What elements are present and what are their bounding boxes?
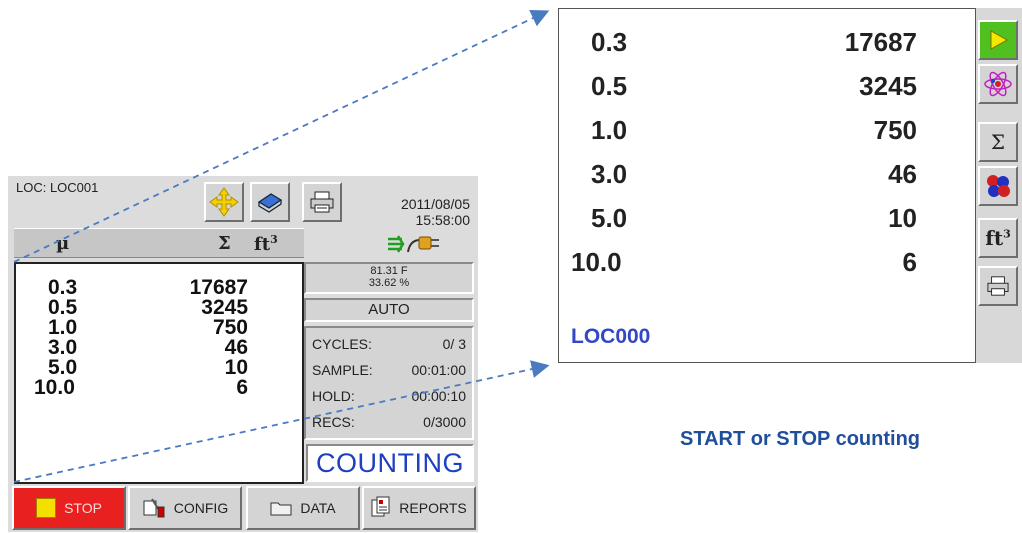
callout-line-top bbox=[13, 9, 550, 263]
callout-lines bbox=[13, 9, 550, 483]
callout-line-bottom bbox=[13, 360, 550, 483]
